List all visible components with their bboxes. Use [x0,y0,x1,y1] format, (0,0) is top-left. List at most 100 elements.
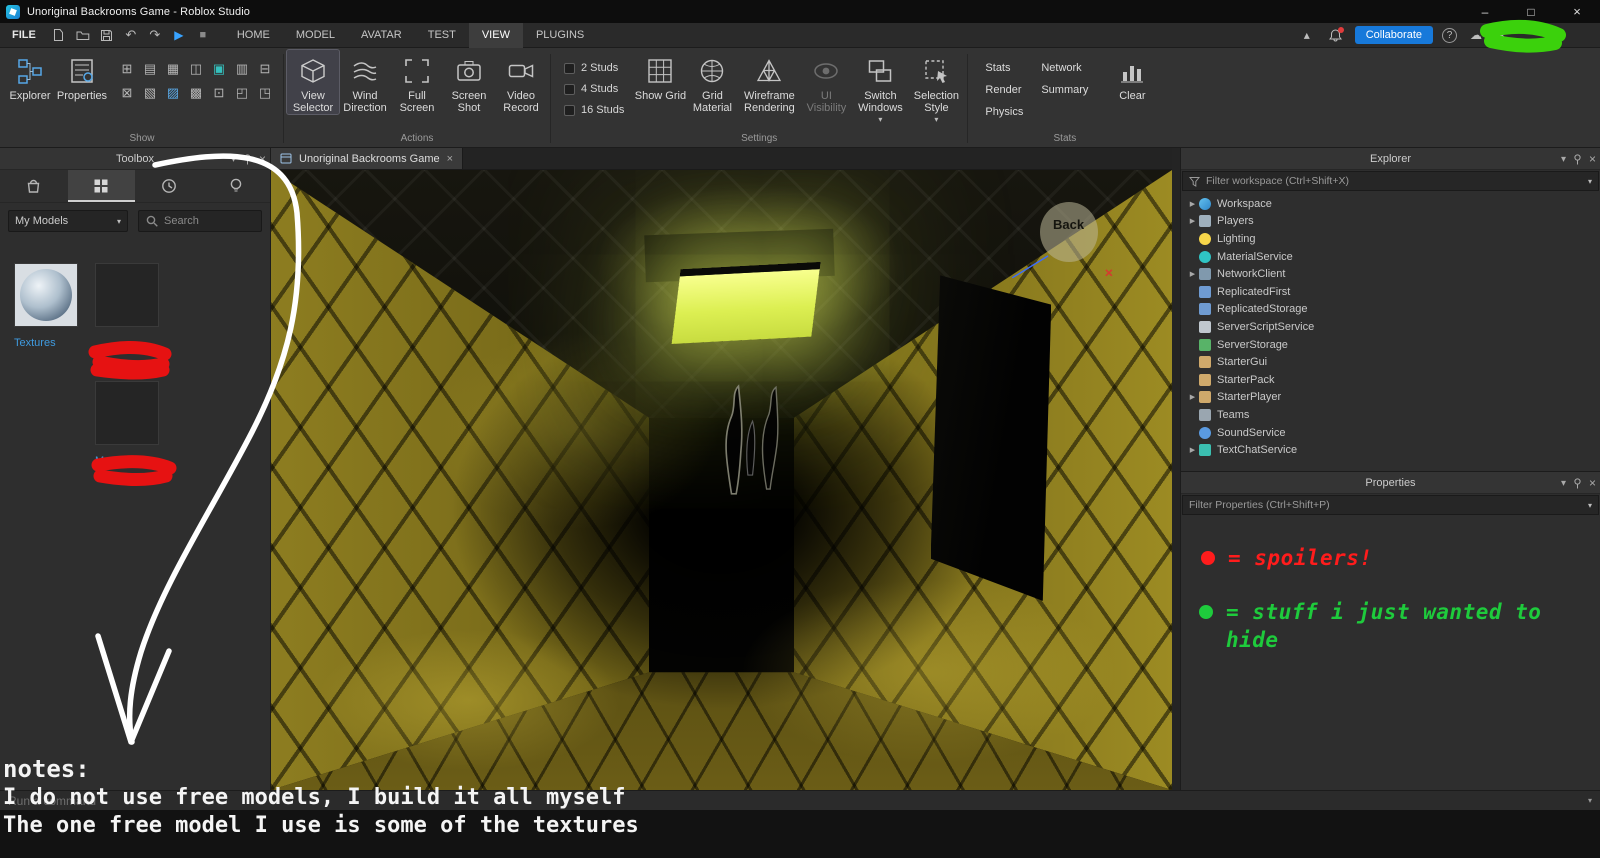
play-button[interactable]: ▶ [168,25,190,46]
summary-toggle[interactable]: Summary [1041,84,1088,96]
pin-icon[interactable] [243,153,252,165]
studs-option-4[interactable]: 4 Studs [564,83,624,95]
panel-menu-icon[interactable]: ▾ [1561,154,1566,165]
stats-toggle[interactable]: Stats [985,62,1023,74]
tree-item-players[interactable]: ▶ Players [1181,213,1600,231]
clear-stats-button[interactable]: Clear [1106,50,1158,102]
cloud-icon[interactable]: ☁ [1466,25,1486,45]
network-toggle[interactable]: Network [1041,62,1088,74]
panel-toggle-icon[interactable]: ▥ [231,57,253,80]
toolbox-item-label[interactable]: M Kit [95,454,161,484]
close-tab-icon[interactable]: × [447,153,453,165]
selection-style-button[interactable]: Selection Style ▾ [908,50,964,126]
switch-windows-button[interactable]: Switch Windows ▾ [852,50,908,126]
tab-creations[interactable] [203,170,271,202]
open-file-icon[interactable] [72,25,94,46]
tab-home[interactable]: HOME [224,23,283,48]
maximize-button[interactable]: □ [1508,0,1554,23]
panel-toggle-icon[interactable]: ⊞ [116,57,138,80]
new-file-icon[interactable] [48,25,70,46]
tree-item-lighting[interactable]: Lighting [1181,230,1600,248]
checkbox-icon[interactable] [564,62,575,74]
full-screen-button[interactable]: Full Screen [391,50,443,114]
panel-toggle-icon[interactable]: ▤ [139,57,161,80]
minimize-button[interactable]: – [1462,0,1508,23]
panel-toggle-icon[interactable]: ▧ [139,81,161,104]
panel-toggle-icon[interactable]: ◰ [231,81,253,104]
toolbox-item-label[interactable]: Textures [14,336,80,351]
view-selector-button[interactable]: View Selector [286,49,340,115]
tab-test[interactable]: TEST [415,23,469,48]
textures-thumbnail[interactable] [14,263,78,327]
tree-item-soundservice[interactable]: SoundService [1181,424,1600,442]
game-document-tab[interactable]: Unoriginal Backrooms Game × [271,148,464,169]
close-panel-icon[interactable]: × [1589,152,1596,166]
wind-direction-button[interactable]: Wind Direction [339,50,391,114]
panel-menu-icon[interactable]: ▾ [231,154,236,165]
tree-item-replicatedfirst[interactable]: ReplicatedFirst [1181,283,1600,301]
expand-arrow-icon[interactable]: ▶ [1186,393,1199,401]
model-thumbnail[interactable] [95,263,159,327]
panel-toggle-icon[interactable]: ▣ [208,57,230,80]
file-menu[interactable]: FILE [0,29,48,41]
pin-icon[interactable] [1573,477,1582,489]
tree-item-teams[interactable]: Teams [1181,406,1600,424]
redo-icon[interactable]: ↷ [144,25,166,46]
tree-item-startergui[interactable]: StarterGui [1181,353,1600,371]
share-icon[interactable] [1495,25,1515,45]
expand-arrow-icon[interactable]: ▶ [1186,200,1199,208]
model-thumbnail[interactable] [95,381,159,445]
search-input[interactable]: Search [138,210,262,232]
toolbox-item-textures[interactable]: Textures [14,263,80,351]
panel-splitter[interactable] [1172,148,1180,790]
collapse-ribbon-icon[interactable]: ▴ [1297,25,1317,45]
close-panel-icon[interactable]: × [1589,476,1596,490]
properties-filter-input[interactable]: Filter Properties (Ctrl+Shift+P) ▾ [1182,495,1599,515]
properties-toggle-button[interactable]: Properties [56,50,108,102]
close-panel-icon[interactable]: × [259,152,266,166]
tree-item-networkclient[interactable]: ▶ NetworkClient [1181,265,1600,283]
collaborate-button[interactable]: Collaborate [1354,26,1433,44]
tree-item-workspace[interactable]: ▶ Workspace [1181,195,1600,213]
tree-item-serverstorage[interactable]: ServerStorage [1181,336,1600,354]
panel-toggle-icon[interactable]: ◫ [185,57,207,80]
screen-shot-button[interactable]: Screen Shot [443,50,495,114]
panel-toggle-icon[interactable]: ⊠ [116,81,138,104]
toolbox-item-kit[interactable]: M Kit [95,381,161,484]
viewport-3d-scene[interactable]: Back [271,170,1172,790]
tab-inventory[interactable] [67,170,135,202]
explorer-toggle-button[interactable]: Explorer [4,50,56,102]
tab-plugins[interactable]: PLUGINS [523,23,597,48]
panel-toggle-icon[interactable]: ⊡ [208,81,230,104]
category-dropdown[interactable]: My Models ▾ [8,210,128,232]
tree-item-textchatservice[interactable]: ▶ TextChatService [1181,441,1600,459]
close-button[interactable]: × [1554,0,1600,23]
checkbox-icon[interactable] [564,83,575,95]
panel-toggle-icon[interactable]: ▦ [162,57,184,80]
expand-arrow-icon[interactable]: ▶ [1186,217,1199,225]
panel-menu-icon[interactable]: ▾ [1561,478,1566,489]
ui-visibility-button[interactable]: UI Visibility [800,50,852,114]
toolbox-item-redacted[interactable] [95,263,161,351]
tab-model[interactable]: MODEL [283,23,348,48]
pin-icon[interactable] [1573,153,1582,165]
wireframe-rendering-button[interactable]: Wireframe Rendering [738,50,800,114]
show-grid-button[interactable]: Show Grid [634,50,686,102]
physics-toggle[interactable]: Physics [985,106,1023,118]
user-avatar[interactable] [1524,25,1594,45]
studs-option-16[interactable]: 16 Studs [564,104,624,116]
help-icon[interactable]: ? [1442,27,1457,43]
stop-button[interactable]: ■ [192,25,214,46]
undo-icon[interactable]: ↶ [120,25,142,46]
tab-view[interactable]: VIEW [468,22,523,48]
tree-item-materialservice[interactable]: MaterialService [1181,248,1600,266]
tree-item-starterpack[interactable]: StarterPack [1181,371,1600,389]
video-record-button[interactable]: Video Record [495,50,547,114]
panel-toggle-icon[interactable]: ⊟ [254,57,276,80]
explorer-filter-input[interactable]: Filter workspace (Ctrl+Shift+X) ▾ [1182,171,1599,191]
tree-item-serverscriptservice[interactable]: ServerScriptService [1181,318,1600,336]
panel-toggle-icon[interactable]: ▨ [162,81,184,104]
tree-item-replicatedstorage[interactable]: ReplicatedStorage [1181,301,1600,319]
tab-marketplace[interactable] [0,170,68,202]
checkbox-icon[interactable] [564,104,575,116]
